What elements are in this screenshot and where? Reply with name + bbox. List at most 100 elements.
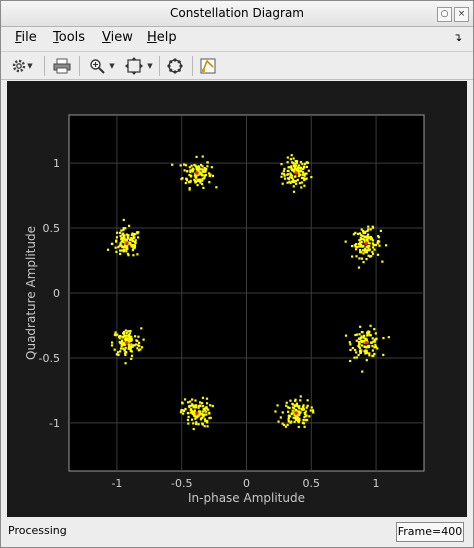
received-symbol-point: [209, 416, 212, 419]
received-symbol-point: [358, 248, 362, 252]
close-button[interactable]: ×: [454, 7, 469, 22]
received-symbol-point: [288, 415, 292, 418]
received-symbol-point: [119, 252, 122, 255]
reference-constellation-point: [124, 340, 129, 345]
menu-tools[interactable]: Tools: [53, 30, 85, 45]
received-symbol-point: [362, 244, 365, 248]
received-symbol-point: [134, 239, 137, 242]
received-symbol-point: [139, 348, 142, 351]
received-symbol-point: [125, 334, 129, 337]
received-symbol-point: [196, 416, 199, 419]
received-symbol-point: [124, 362, 127, 365]
received-symbol-point: [362, 336, 365, 339]
received-symbol-point: [286, 156, 289, 159]
received-symbol-point: [373, 328, 376, 331]
received-symbol-point: [355, 333, 359, 336]
received-symbol-point: [355, 339, 358, 342]
received-symbol-point: [119, 347, 123, 350]
received-symbol-point: [118, 337, 121, 340]
dock-arrow-icon[interactable]: ↴: [453, 31, 462, 44]
received-symbol-point: [304, 415, 307, 418]
fit-to-view-button[interactable]: ▼: [121, 55, 157, 77]
received-symbol-point: [186, 411, 189, 415]
reference-constellation-point: [364, 340, 369, 345]
constellation-plot[interactable]: -1 -0.5 0 0.5 1 1 0.5 0 -0.5 -1 In-phase Amplitude…: [7, 81, 467, 517]
received-symbol-point: [286, 161, 289, 164]
received-symbol-point: [289, 158, 292, 161]
received-symbol-point: [119, 242, 122, 245]
plot-panel: -1 -0.5 0 0.5 1 1 0.5 0 -0.5 -1 In-phase Amplitude…: [7, 81, 467, 517]
menu-help[interactable]: Help: [147, 30, 177, 45]
received-symbol-point: [365, 257, 368, 261]
received-symbol-point: [302, 418, 305, 422]
received-symbol-point: [115, 239, 118, 242]
received-symbol-point: [296, 418, 299, 421]
received-symbol-point: [114, 331, 117, 334]
received-symbol-point: [363, 345, 366, 348]
constellation-button[interactable]: [164, 55, 186, 77]
received-symbol-point: [363, 334, 366, 337]
reference-constellation-point: [294, 171, 298, 175]
received-symbol-point: [353, 356, 356, 359]
x-tick-label: 0.5: [303, 477, 321, 490]
received-symbol-point: [295, 161, 298, 165]
toolbar-separator: [44, 56, 45, 76]
received-symbol-point: [110, 341, 114, 344]
print-button[interactable]: [51, 55, 73, 77]
received-symbol-point: [281, 182, 284, 185]
received-symbol-point: [124, 350, 127, 354]
received-symbol-point: [187, 401, 190, 404]
received-symbol-point: [361, 331, 364, 334]
received-symbol-point: [132, 236, 135, 240]
received-symbol-point: [120, 236, 123, 239]
received-symbol-point: [294, 398, 297, 401]
received-symbol-point: [115, 353, 118, 356]
zoom-button[interactable]: ▼: [85, 55, 119, 77]
menu-view[interactable]: View: [102, 30, 133, 45]
received-symbol-point: [367, 228, 370, 231]
menu-file[interactable]: File: [15, 30, 37, 45]
received-symbol-point: [305, 161, 309, 164]
received-symbol-point: [294, 160, 297, 163]
received-symbol-point: [355, 351, 358, 354]
constellation-icon: [167, 58, 183, 74]
received-symbol-point: [290, 154, 293, 157]
received-symbol-point: [133, 244, 137, 247]
received-symbol-point: [191, 404, 194, 407]
received-symbol-point: [118, 231, 122, 234]
received-symbol-point: [116, 231, 119, 234]
received-symbol-point: [192, 410, 195, 413]
received-symbol-point: [181, 401, 184, 404]
received-symbol-point: [201, 170, 204, 173]
received-symbol-point: [286, 177, 290, 180]
measurement-button[interactable]: [197, 55, 219, 77]
received-symbol-point: [302, 421, 305, 425]
received-symbol-point: [129, 329, 132, 333]
received-symbol-point: [302, 404, 305, 407]
received-symbol-point: [305, 165, 308, 169]
fit-to-view-icon: [125, 57, 144, 75]
received-symbol-point: [387, 336, 390, 339]
received-symbol-point: [361, 238, 365, 241]
reference-constellation-point: [364, 241, 369, 246]
received-symbol-point: [131, 232, 134, 235]
received-symbol-point: [282, 170, 285, 173]
minimize-button[interactable]: ○: [437, 7, 452, 22]
received-symbol-point: [182, 412, 185, 415]
received-symbol-point: [371, 239, 375, 242]
received-symbol-point: [115, 250, 118, 253]
received-symbol-point: [195, 166, 198, 169]
received-symbol-point: [353, 244, 356, 247]
received-symbol-point: [188, 188, 191, 191]
received-symbol-point: [379, 229, 382, 232]
received-symbol-point: [303, 425, 306, 428]
received-symbol-point: [128, 335, 131, 339]
received-symbol-point: [301, 162, 304, 166]
received-symbol-point: [296, 178, 299, 181]
received-symbol-point: [290, 412, 293, 415]
received-symbol-point: [199, 404, 202, 407]
received-symbol-point: [359, 251, 362, 254]
received-symbol-point: [292, 157, 295, 160]
settings-button[interactable]: ▼: [7, 55, 37, 77]
received-symbol-point: [299, 399, 302, 402]
